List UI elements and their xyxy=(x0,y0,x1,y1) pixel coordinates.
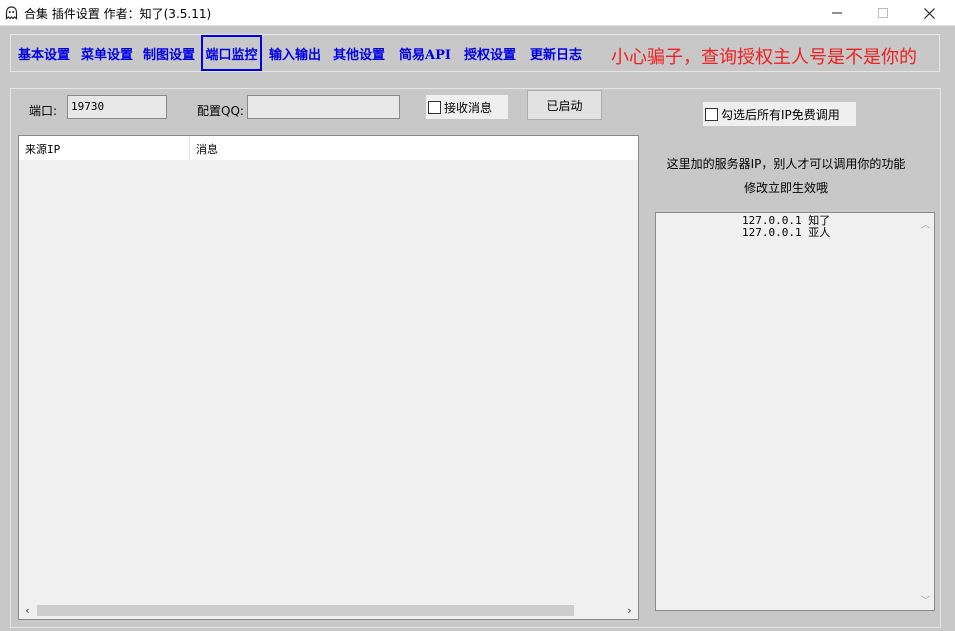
scroll-right-icon[interactable]: › xyxy=(621,602,638,619)
scroll-left-icon[interactable]: ‹ xyxy=(19,602,36,619)
qq-label: 配置QQ: xyxy=(197,104,244,118)
server-info-line2: 修改立即生效哦 xyxy=(743,181,828,195)
tab-other-settings[interactable]: 其他设置 xyxy=(330,35,388,71)
tab-basic-settings[interactable]: 基本设置 xyxy=(14,35,74,71)
vertical-scrollbar[interactable]: ︿ ﹀ xyxy=(917,213,934,610)
maximize-icon xyxy=(878,8,888,18)
receive-message-label: 接收消息 xyxy=(444,100,493,115)
close-button[interactable] xyxy=(906,0,952,26)
tab-input-output[interactable]: 输入输出 xyxy=(266,35,324,71)
tab-auth-settings[interactable]: 授权设置 xyxy=(461,35,519,71)
scrollbar-thumb[interactable] xyxy=(37,605,574,616)
scroll-up-icon[interactable]: ︿ xyxy=(917,215,934,232)
title-bar: 合集 插件设置 作者：知了(3.5.11) xyxy=(0,0,955,26)
port-label: 端口: xyxy=(29,104,58,118)
tab-port-monitor[interactable]: 端口监控 xyxy=(201,35,262,71)
server-ip-textarea[interactable]: 127.0.0.1 知了 127.0.0.1 亚人 ︿ ﹀ xyxy=(655,212,935,611)
column-source-ip[interactable]: 来源IP xyxy=(19,136,190,160)
free-ip-label: 勾选后所有IP免费调用 xyxy=(721,107,840,122)
tab-simple-api[interactable]: 简易API xyxy=(397,35,453,71)
checkbox-box xyxy=(705,107,718,121)
close-icon xyxy=(923,7,935,19)
nav-bar: 基本设置 菜单设置 制图设置 端口监控 输入输出 其他设置 简易API 授权设置… xyxy=(10,34,940,72)
list-header: 来源IP 消息 xyxy=(19,136,638,160)
port-input[interactable]: 19730 xyxy=(67,95,167,119)
minimize-icon xyxy=(832,12,842,14)
column-message[interactable]: 消息 xyxy=(190,136,638,160)
window-title: 合集 插件设置 作者：知了(3.5.11) xyxy=(24,7,212,21)
checkbox-box xyxy=(428,100,441,114)
receive-message-checkbox[interactable]: 接收消息 xyxy=(426,95,508,119)
message-list[interactable]: 来源IP 消息 ‹ › xyxy=(18,135,639,620)
port-monitor-panel: 端口: 19730 配置QQ: 接收消息 已启动 勾选后所有IP免费调用 来源I… xyxy=(10,88,941,628)
minimize-button[interactable] xyxy=(814,0,860,26)
scam-warning: 小心骗子，查询授权主人号是不是你的 xyxy=(611,47,917,68)
client-area: 基本设置 菜单设置 制图设置 端口监控 输入输出 其他设置 简易API 授权设置… xyxy=(0,26,955,631)
qq-input[interactable] xyxy=(247,95,400,119)
tab-menu-settings[interactable]: 菜单设置 xyxy=(78,35,136,71)
free-ip-checkbox[interactable]: 勾选后所有IP免费调用 xyxy=(703,102,856,126)
tab-update-log[interactable]: 更新日志 xyxy=(527,35,585,71)
ghost-icon xyxy=(5,6,18,20)
scroll-down-icon[interactable]: ﹀ xyxy=(917,591,934,608)
tab-drawing-settings[interactable]: 制图设置 xyxy=(140,35,198,71)
start-button[interactable]: 已启动 xyxy=(527,90,602,120)
maximize-button[interactable] xyxy=(860,0,906,26)
server-entry: 127.0.0.1 亚人 xyxy=(742,226,831,239)
horizontal-scrollbar[interactable]: ‹ › xyxy=(19,602,638,619)
server-info-line1: 这里加的服务器IP，别人才可以调用你的功能 xyxy=(666,157,906,171)
